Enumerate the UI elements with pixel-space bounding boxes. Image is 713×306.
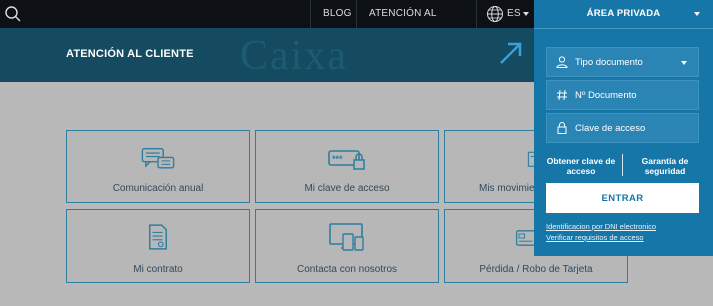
private-area-title: ÁREA PRIVADA bbox=[586, 8, 661, 19]
security-guarantee-link[interactable]: Garantía de seguridad bbox=[630, 156, 700, 176]
card-label: Mi contrato bbox=[133, 264, 183, 275]
private-area-header[interactable]: ÁREA PRIVADA bbox=[534, 0, 713, 28]
private-area-panel: ÁREA PRIVADA Tipo documento Nº Documento… bbox=[534, 0, 713, 256]
document-type-label: Tipo documento bbox=[575, 57, 643, 68]
password-field[interactable]: Clave de acceso bbox=[546, 113, 699, 143]
chevron-down-icon bbox=[681, 61, 687, 65]
nav-blog-link[interactable]: BLOG bbox=[310, 0, 356, 28]
search-icon[interactable] bbox=[4, 5, 22, 23]
nav-atencion-link[interactable]: ATENCIÓN AL CLIENTE bbox=[356, 0, 476, 47]
lock-icon bbox=[557, 122, 567, 134]
hash-icon bbox=[557, 89, 567, 101]
chevron-down-icon bbox=[523, 12, 529, 16]
contract-icon bbox=[149, 224, 167, 250]
card-label: Mi clave de acceso bbox=[304, 183, 390, 194]
arrow-up-right-icon bbox=[500, 42, 522, 64]
divider bbox=[534, 28, 713, 29]
chevron-down-icon bbox=[694, 12, 700, 16]
card-clave-acceso[interactable]: *** Mi clave de acceso bbox=[255, 130, 439, 203]
page-title: ATENCIÓN AL CLIENTE bbox=[66, 48, 194, 60]
language-label: ES bbox=[507, 8, 521, 19]
get-access-key-link[interactable]: Obtener clave de acceso bbox=[546, 156, 616, 176]
hero-watermark-logo: Caixa bbox=[240, 33, 348, 79]
card-contacta[interactable]: Contacta con nosotros bbox=[255, 209, 439, 283]
verify-requirements-link[interactable]: Verificar requisitos de acceso bbox=[546, 233, 644, 242]
card-comunicacion-anual[interactable]: Comunicación anual bbox=[66, 130, 250, 203]
document-number-field[interactable]: Nº Documento bbox=[546, 80, 699, 110]
card-mi-contrato[interactable]: Mi contrato bbox=[66, 209, 250, 283]
card-label: Contacta con nosotros bbox=[296, 264, 398, 275]
password-placeholder: Clave de acceso bbox=[575, 123, 646, 134]
devices-icon bbox=[329, 223, 364, 251]
document-type-select[interactable]: Tipo documento bbox=[546, 47, 699, 77]
card-label: Comunicación anual bbox=[112, 183, 204, 194]
svg-text:***: *** bbox=[332, 154, 343, 164]
document-number-placeholder: Nº Documento bbox=[575, 90, 637, 101]
card-mis-movimientos[interactable]: Mis movimie bbox=[444, 130, 541, 203]
language-selector[interactable]: ES bbox=[476, 0, 534, 28]
globe-icon bbox=[487, 6, 503, 22]
chat-bubbles-icon bbox=[141, 148, 175, 169]
user-icon bbox=[556, 56, 568, 68]
divider bbox=[622, 154, 623, 176]
password-lock-icon: *** bbox=[328, 150, 365, 170]
card-label: Pérdida / Robo de Tarjeta bbox=[479, 264, 593, 275]
dni-identification-link[interactable]: Identificacion por DNI electronico bbox=[546, 222, 656, 231]
enter-button[interactable]: ENTRAR bbox=[546, 183, 699, 213]
